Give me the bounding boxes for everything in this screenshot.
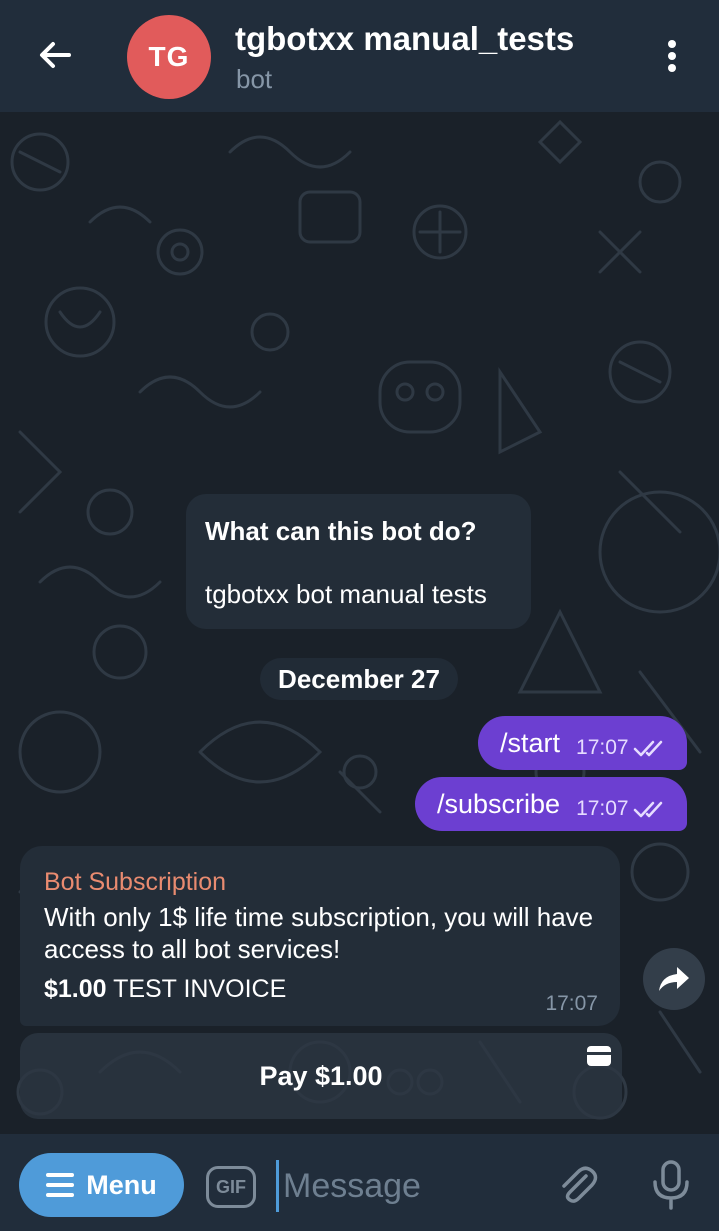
share-button[interactable] xyxy=(643,948,705,1010)
back-button[interactable] xyxy=(30,30,80,80)
double-check-icon xyxy=(633,740,662,757)
hamburger-icon xyxy=(46,1173,75,1197)
message-text: /start xyxy=(500,727,561,758)
paperclip-icon[interactable] xyxy=(552,1160,602,1210)
outgoing-message[interactable]: /subscribe 17:07 xyxy=(415,777,687,831)
share-arrow-icon xyxy=(659,967,689,991)
invoice-amount-line: $1.00 TEST INVOICE xyxy=(44,975,596,1004)
menu-button[interactable]: Menu xyxy=(19,1153,184,1217)
invoice-title: Bot Subscription xyxy=(44,868,227,896)
chat-header: TG tgbotxx manual_tests bot xyxy=(0,0,719,112)
more-options-button[interactable] xyxy=(652,34,692,78)
invoice-amount: $1.00 xyxy=(44,975,107,1003)
arrow-left-icon xyxy=(40,42,71,68)
message-input[interactable] xyxy=(276,1160,536,1212)
intro-title: What can this bot do? xyxy=(205,516,477,546)
microphone-icon[interactable] xyxy=(648,1158,694,1212)
credit-card-icon xyxy=(587,1046,611,1066)
chat-subtitle: bot xyxy=(236,64,273,94)
chat-area[interactable]: What can this bot do? tgbotxx bot manual… xyxy=(0,112,719,1134)
intro-text: tgbotxx bot manual tests xyxy=(205,579,487,609)
invoice-description: With only 1$ life time subscription, you… xyxy=(44,902,594,964)
double-check-icon xyxy=(633,801,662,818)
avatar[interactable]: TG xyxy=(127,15,211,99)
message-input-bar: Menu GIF xyxy=(0,1134,719,1231)
message-text: /subscribe xyxy=(437,788,561,819)
message-time: 17:07 xyxy=(576,736,629,759)
message-time: 17:07 xyxy=(576,797,629,820)
invoice-time: 17:07 xyxy=(545,992,598,1015)
chat-title[interactable]: tgbotxx manual_tests xyxy=(235,20,574,58)
invoice-label: TEST INVOICE xyxy=(113,975,287,1003)
date-divider: December 27 xyxy=(260,658,458,700)
more-vertical-icon xyxy=(668,40,676,48)
outgoing-message[interactable]: /start 17:07 xyxy=(478,716,687,770)
gif-button[interactable]: GIF xyxy=(206,1166,256,1208)
menu-button-label: Menu xyxy=(86,1169,157,1200)
pay-button-label: Pay $1.00 xyxy=(259,1060,383,1091)
bot-intro-card: What can this bot do? tgbotxx bot manual… xyxy=(186,494,531,629)
pay-button[interactable]: Pay $1.00 xyxy=(20,1033,622,1119)
invoice-message[interactable]: Bot Subscription With only 1$ life time … xyxy=(20,846,620,1026)
